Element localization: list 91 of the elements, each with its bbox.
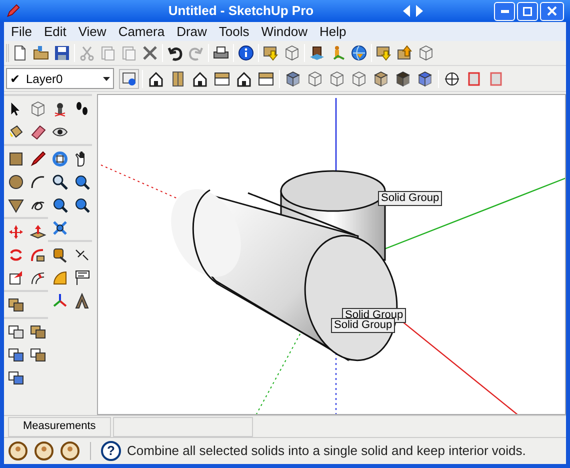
zoom-extents-icon[interactable] — [52, 220, 68, 236]
side-view-icon[interactable] — [258, 70, 274, 86]
hidden-line-cube-icon[interactable] — [351, 70, 367, 86]
status-message: Combine all selected solids into a single solid and keep interior voids. — [127, 442, 526, 460]
get-component-icon[interactable] — [376, 45, 392, 61]
menu-item[interactable]: Draw — [172, 22, 212, 42]
layer-manager-icon[interactable] — [121, 70, 137, 86]
close-button[interactable] — [540, 2, 564, 20]
subtract-icon[interactable] — [8, 346, 24, 362]
textured-cube-icon[interactable] — [395, 70, 411, 86]
minimize-button[interactable] — [494, 2, 515, 20]
offset-icon[interactable] — [30, 270, 46, 286]
geo-location-icon[interactable] — [8, 441, 28, 461]
zoom-next-icon[interactable] — [74, 196, 90, 212]
xray-cube-icon[interactable] — [285, 70, 301, 86]
menu-item[interactable]: Tools — [214, 22, 254, 42]
rectangle-icon[interactable] — [8, 150, 24, 166]
wireframe-cube-icon[interactable] — [307, 70, 323, 86]
menu-item[interactable]: View — [73, 22, 112, 42]
maximize-button[interactable] — [517, 2, 538, 20]
letter-3d-icon[interactable] — [74, 292, 90, 308]
outer-shell-icon[interactable] — [8, 296, 24, 312]
component-icon[interactable] — [30, 100, 46, 116]
house-icon[interactable] — [192, 70, 208, 86]
split-icon[interactable] — [8, 370, 24, 386]
share-model-icon[interactable] — [284, 45, 300, 61]
footprints-icon[interactable] — [74, 100, 90, 116]
intersect-icon[interactable] — [8, 324, 24, 340]
wireframe-cube-icon[interactable] — [329, 70, 345, 86]
menu-item[interactable]: Edit — [38, 22, 72, 42]
iso-view-icon[interactable] — [148, 70, 164, 86]
sign-in-icon[interactable] — [60, 441, 80, 461]
measurements-field[interactable] — [112, 416, 253, 436]
front-view-icon[interactable] — [170, 70, 186, 86]
download-icon[interactable] — [263, 45, 279, 61]
section-cut-icon[interactable] — [466, 70, 482, 86]
house-outline-icon[interactable] — [236, 70, 252, 86]
undo-icon[interactable] — [167, 45, 183, 61]
measurements-label: Measurements — [8, 416, 111, 436]
eraser-icon[interactable] — [30, 124, 46, 140]
pencil-icon[interactable] — [30, 150, 46, 166]
menu-item[interactable]: Camera — [113, 22, 170, 42]
menu-item[interactable]: Window — [256, 22, 313, 42]
scale-icon[interactable] — [8, 270, 24, 286]
cube-outline-icon[interactable] — [418, 45, 434, 61]
share-component-icon[interactable] — [397, 45, 413, 61]
section-fill-icon[interactable] — [488, 70, 504, 86]
close-icon — [547, 6, 557, 16]
caret-icon — [103, 76, 110, 80]
building-icon[interactable] — [309, 45, 325, 61]
menu-item[interactable]: Help — [314, 22, 352, 42]
layer-dropdown[interactable]: ✔ Layer0 — [6, 68, 114, 89]
arc-icon[interactable] — [30, 174, 46, 190]
circle-icon[interactable] — [8, 174, 24, 190]
push-pull-icon[interactable] — [30, 224, 46, 240]
protractor-icon[interactable] — [52, 270, 68, 286]
paint-bucket-icon[interactable] — [8, 124, 24, 140]
follow-me-icon[interactable] — [30, 246, 46, 262]
new-file-icon[interactable] — [12, 45, 28, 61]
top-view-icon[interactable] — [214, 70, 230, 86]
rotate-icon[interactable] — [8, 246, 24, 262]
move-icon[interactable] — [8, 224, 24, 240]
text-tool-icon[interactable] — [74, 270, 90, 286]
zoom-window-icon[interactable] — [74, 174, 90, 190]
dimension-icon[interactable] — [74, 246, 90, 262]
orbit-icon[interactable] — [52, 150, 68, 166]
printer-icon[interactable] — [213, 45, 229, 61]
help-icon[interactable]: ? — [101, 441, 121, 461]
restore-icon — [523, 6, 532, 16]
info-icon[interactable] — [238, 45, 254, 61]
erase-icon[interactable] — [142, 45, 158, 61]
arrows-icon — [402, 4, 424, 18]
open-folder-icon[interactable] — [33, 45, 49, 61]
entity-label: Solid Group — [378, 191, 442, 206]
window-title: Untitled - SketchUp Pro — [168, 3, 314, 18]
axes-icon[interactable] — [52, 292, 68, 308]
zoom-previous-icon[interactable] — [52, 196, 68, 212]
drawing-canvas[interactable]: Solid Group Solid Group Solid Group — [97, 94, 566, 415]
menu-item[interactable]: File — [6, 22, 37, 42]
section-plane-icon[interactable] — [444, 70, 460, 86]
union-icon[interactable] — [30, 324, 46, 340]
credits-icon[interactable] — [34, 441, 54, 461]
polygon-icon[interactable] — [8, 196, 24, 212]
zoom-icon[interactable] — [52, 174, 68, 190]
entity-label: Solid Group — [331, 318, 396, 333]
trim-icon[interactable] — [30, 346, 46, 362]
monochrome-cube-icon[interactable] — [417, 70, 433, 86]
globe-icon[interactable] — [351, 45, 367, 61]
minimize-icon — [500, 10, 508, 12]
shaded-cube-icon[interactable] — [373, 70, 389, 86]
save-icon[interactable] — [54, 45, 70, 61]
